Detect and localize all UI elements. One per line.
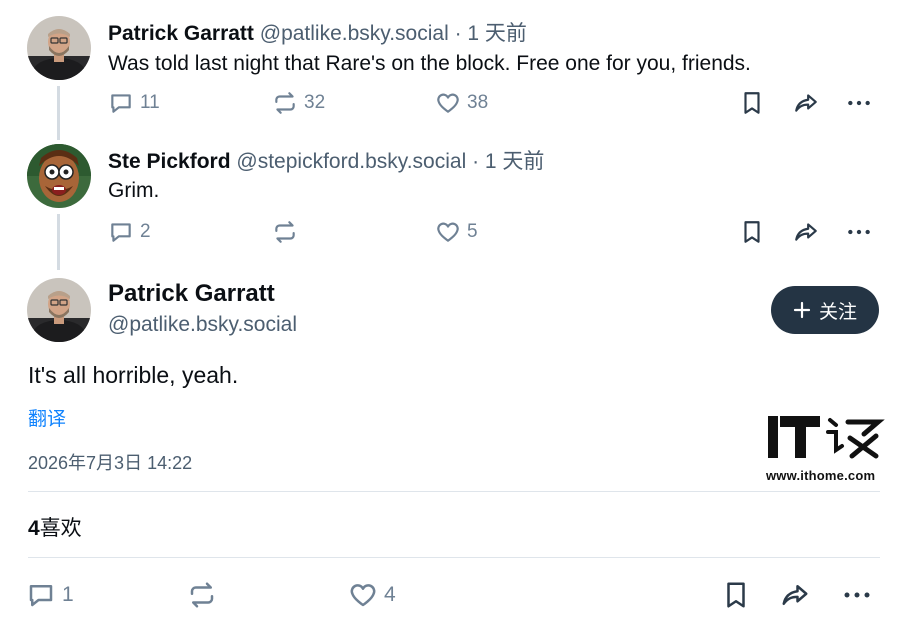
like-icon: [437, 93, 459, 113]
repost-button[interactable]: [187, 580, 223, 610]
bookmark-button[interactable]: [739, 90, 765, 116]
share-button[interactable]: [792, 219, 820, 245]
like-button[interactable]: 5: [435, 219, 478, 245]
post-text: Grim.: [108, 179, 160, 202]
ithome-logo: www.ithome.com: [766, 412, 888, 488]
author-name[interactable]: Ste Pickford: [108, 150, 231, 173]
more-button[interactable]: [842, 580, 872, 610]
bookmark-button[interactable]: [721, 580, 751, 610]
author-handle[interactable]: @patlike.bsky.social: [260, 22, 449, 45]
post-header: Ste Pickford @stepickford.bsky.social · …: [108, 145, 544, 175]
author-handle[interactable]: @stepickford.bsky.social: [236, 150, 466, 173]
action-bar: 11 32 38: [0, 90, 898, 120]
author-name[interactable]: Patrick Garratt: [108, 22, 254, 45]
avatar[interactable]: [27, 144, 91, 208]
reply-count: 11: [140, 92, 160, 113]
like-count: 4: [384, 583, 396, 606]
plus-icon: [793, 301, 811, 319]
repost-button[interactable]: 32: [272, 90, 325, 116]
reply-button[interactable]: 11: [108, 90, 160, 116]
like-count: 38: [467, 92, 489, 113]
share-icon: [795, 223, 817, 241]
share-button[interactable]: [792, 90, 820, 116]
reply-icon: [111, 223, 131, 242]
more-button[interactable]: [846, 90, 872, 116]
follow-label: 关注: [818, 301, 857, 323]
reply-button[interactable]: 1: [26, 580, 74, 610]
like-icon: [437, 222, 459, 242]
divider: [28, 557, 880, 558]
post-header: Patrick Garratt @patlike.bsky.social · 1…: [108, 17, 527, 47]
more-button[interactable]: [846, 219, 872, 245]
share-button[interactable]: [779, 580, 811, 610]
bookmark-button[interactable]: [739, 219, 765, 245]
post-timestamp[interactable]: 2026年7月3日 14:22: [28, 449, 192, 475]
author-name[interactable]: Patrick Garratt: [108, 280, 275, 308]
translate-link[interactable]: 翻译: [28, 404, 66, 431]
like-button[interactable]: 4: [348, 580, 396, 610]
likes-label: 喜欢: [39, 517, 82, 540]
repost-button[interactable]: [272, 219, 304, 245]
like-button[interactable]: 38: [435, 90, 488, 116]
bookmark-icon: [727, 582, 745, 608]
reply-icon: [111, 94, 131, 113]
action-bar: 2 5: [0, 219, 898, 249]
follow-button[interactable]: 关注: [771, 286, 879, 334]
bookmark-icon: [744, 92, 760, 114]
reply-icon: [29, 585, 53, 607]
repost-icon: [190, 582, 214, 608]
repost-icon: [275, 92, 295, 114]
avatar[interactable]: [27, 278, 91, 342]
share-icon: [782, 585, 808, 605]
post-text: Was told last night that Rare's on the b…: [108, 52, 751, 75]
likes-count: 4: [28, 517, 40, 540]
reply-count: 1: [62, 583, 74, 606]
divider: [28, 491, 880, 492]
ithome-url: www.ithome.com: [766, 468, 876, 483]
post-text: It's all horrible, yeah.: [28, 362, 239, 388]
reply-count: 2: [140, 221, 151, 242]
more-icon: [848, 100, 870, 106]
more-icon: [848, 229, 870, 235]
more-icon: [844, 592, 870, 598]
action-bar: 1 4: [0, 580, 898, 610]
like-count: 5: [467, 221, 478, 242]
post-time: · 1 天前: [472, 150, 545, 173]
repost-icon: [275, 221, 295, 243]
repost-count: 32: [304, 92, 326, 113]
reply-button[interactable]: 2: [108, 219, 151, 245]
author-handle[interactable]: @patlike.bsky.social: [108, 313, 297, 337]
like-icon: [350, 584, 376, 607]
post-time: · 1 天前: [454, 22, 527, 45]
bookmark-icon: [744, 221, 760, 243]
avatar[interactable]: [27, 16, 91, 80]
share-icon: [795, 94, 817, 112]
likes-summary[interactable]: 4喜欢: [28, 512, 82, 542]
